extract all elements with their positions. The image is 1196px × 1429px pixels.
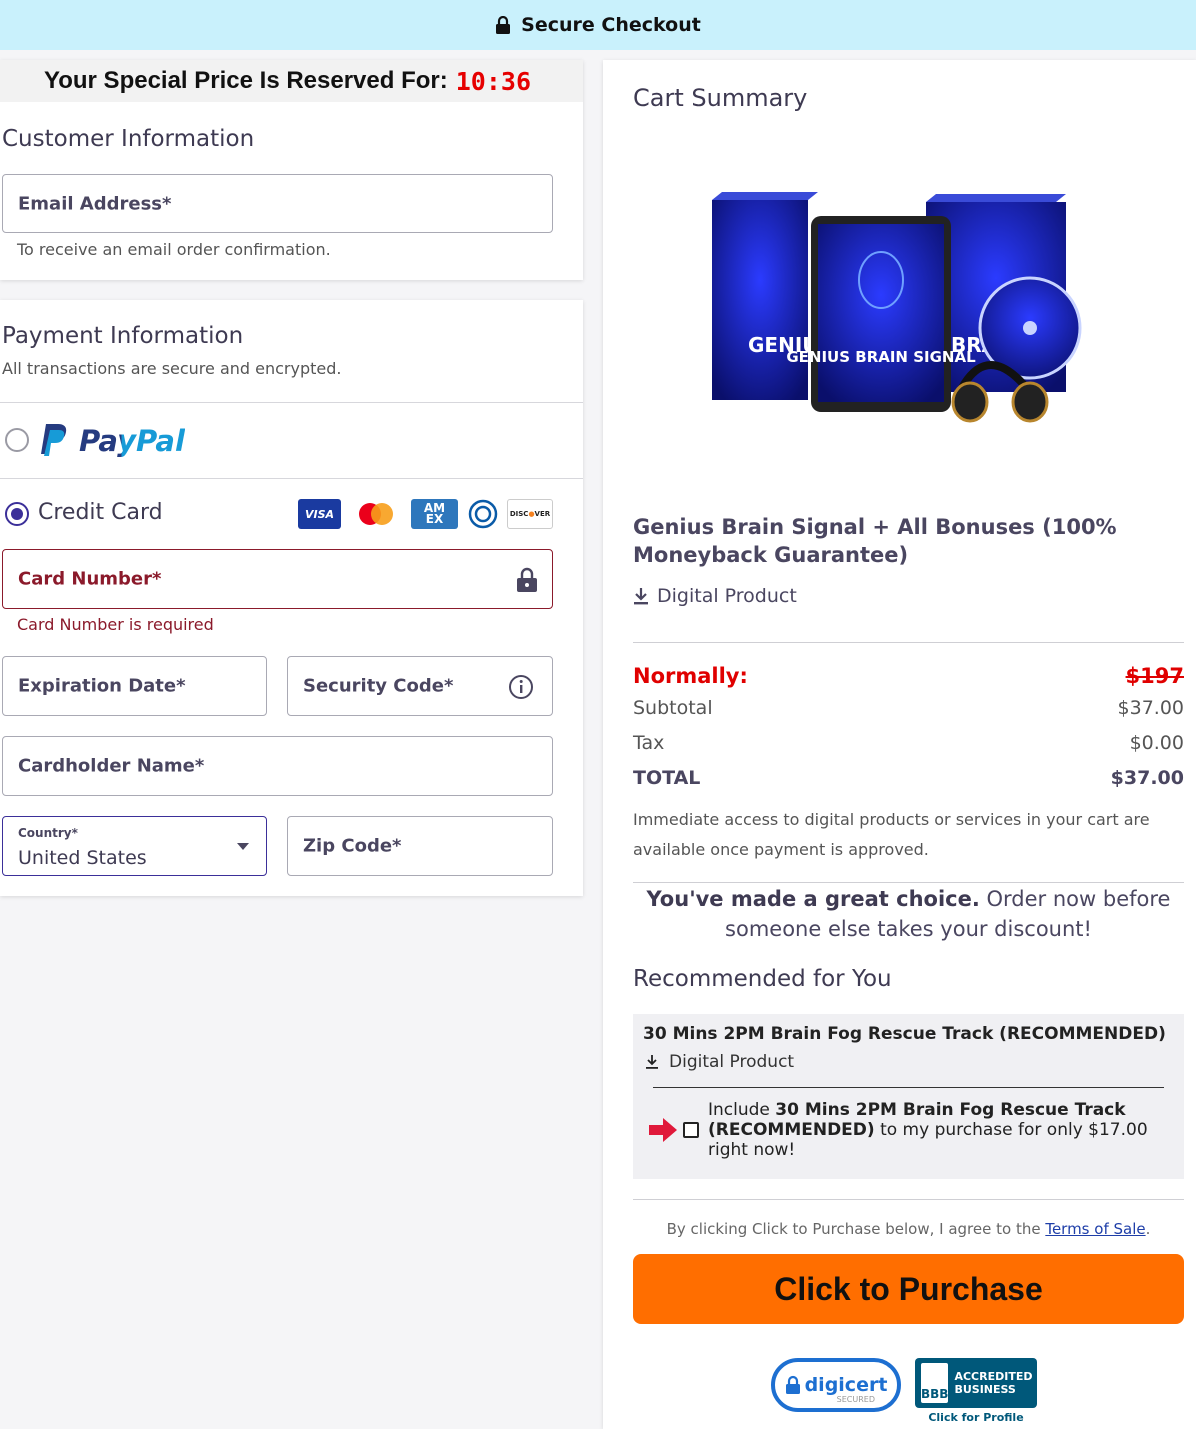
payment-information-card: Payment Information All transactions are… xyxy=(0,300,583,896)
tax-row: Tax $0.00 xyxy=(633,732,1184,754)
secure-checkout-bar: Secure Checkout xyxy=(0,0,1196,50)
subtotal-value: $37.00 xyxy=(1117,697,1184,719)
access-note: Immediate access to digital products or … xyxy=(633,810,1150,859)
lock-icon xyxy=(517,567,537,592)
mastercard-logo-icon xyxy=(353,499,399,529)
card-number-label: Card Number* xyxy=(18,568,162,590)
recommended-item-type-label: Digital Product xyxy=(669,1052,795,1072)
divider xyxy=(0,402,583,403)
diners-logo-icon xyxy=(467,499,498,529)
recommended-item-name: 30 Mins 2PM Brain Fog Rescue Track (RECO… xyxy=(643,1024,1166,1044)
country-select[interactable]: Country* United States xyxy=(2,816,267,876)
expiration-date-label: Expiration Date* xyxy=(18,675,186,697)
info-icon[interactable] xyxy=(508,674,534,700)
cart-summary-panel: Cart Summary GENIUS BRA GENIUS BRAIN SIG… xyxy=(603,60,1196,1429)
lock-icon xyxy=(496,16,511,34)
bbb-logo-icon: BBB xyxy=(921,1363,949,1403)
padlock-icon xyxy=(785,1375,800,1394)
recommended-item-type: Digital Product xyxy=(645,1052,794,1072)
country-value: United States xyxy=(18,847,147,869)
include-upsell-checkbox[interactable] xyxy=(683,1122,699,1138)
bbb-caption: Click for Profile xyxy=(928,1411,1024,1424)
paypal-label[interactable]: PayPal xyxy=(79,424,185,458)
arrow-right-icon xyxy=(649,1118,677,1142)
terms-prefix: By clicking Click to Purchase below, I a… xyxy=(666,1220,1046,1238)
payment-info-subtitle: All transactions are secure and encrypte… xyxy=(2,359,342,378)
visa-logo-icon: VISA xyxy=(298,499,341,529)
email-field[interactable]: Email Address* xyxy=(2,174,553,233)
product-name: Genius Brain Signal + All Bonuses (100% … xyxy=(633,515,1117,567)
amex-logo-icon: AM EX xyxy=(411,499,458,529)
email-hint: To receive an email order confirmation. xyxy=(17,240,331,259)
bbb-line1: ACCREDITED xyxy=(954,1370,1033,1383)
normal-price-label: Normally: xyxy=(633,664,748,688)
discover-logo-icon: DISC ● VER xyxy=(507,499,553,529)
recommended-item: 30 Mins 2PM Brain Fog Rescue Track (RECO… xyxy=(633,1014,1184,1179)
chevron-down-icon xyxy=(237,843,249,850)
cardholder-name-field[interactable]: Cardholder Name* xyxy=(2,736,553,796)
timer-countdown: 10:36 xyxy=(455,66,531,96)
terms-agreement: By clicking Click to Purchase below, I a… xyxy=(633,1220,1184,1238)
great-choice-bold: You've made a great choice. xyxy=(646,887,980,911)
subtotal-label: Subtotal xyxy=(633,697,713,719)
timer-label: Your Special Price Is Reserved For: xyxy=(44,67,448,94)
product-tablet-title: GENIUS BRAIN SIGNAL xyxy=(786,348,976,366)
recommended-title: Recommended for You xyxy=(633,966,892,992)
security-code-label: Security Code* xyxy=(303,675,454,697)
divider xyxy=(0,478,583,479)
tax-label: Tax xyxy=(633,732,665,754)
include-upsell-text[interactable]: Include 30 Mins 2PM Brain Fog Rescue Tra… xyxy=(708,1100,1168,1160)
customer-info-title: Customer Information xyxy=(2,126,255,152)
digicert-badge[interactable]: digicert SECURED xyxy=(771,1358,901,1412)
card-number-field[interactable]: Card Number* xyxy=(2,549,553,609)
tax-value: $0.00 xyxy=(1129,732,1184,754)
expiration-date-field[interactable]: Expiration Date* xyxy=(2,656,267,716)
card-number-error: Card Number is required xyxy=(17,615,214,634)
secure-checkout-title: Secure Checkout xyxy=(521,14,701,36)
zip-code-label: Zip Code* xyxy=(303,835,402,857)
normal-price-value: $197 xyxy=(1125,664,1184,688)
bbb-line2: BUSINESS xyxy=(954,1383,1016,1396)
product-type-label: Digital Product xyxy=(657,585,797,607)
download-icon xyxy=(634,588,648,605)
paypal-text: PayPal xyxy=(79,424,185,458)
digicert-text: digicert xyxy=(804,1374,888,1396)
digicert-sub: SECURED xyxy=(836,1395,875,1404)
total-value: $37.00 xyxy=(1110,767,1184,789)
total-row: TOTAL $37.00 xyxy=(633,767,1184,789)
customer-information-card: Your Special Price Is Reserved For: 10:3… xyxy=(0,60,583,280)
divider xyxy=(633,882,1184,883)
normal-price-row: Normally: $197 xyxy=(633,664,1184,688)
product-image: GENIUS BRA GENIUS BRAIN SIGNAL xyxy=(712,192,1082,423)
credit-card-label[interactable]: Credit Card xyxy=(38,500,163,525)
download-icon xyxy=(646,1055,658,1069)
subtotal-row: Subtotal $37.00 xyxy=(633,697,1184,719)
cardholder-name-label: Cardholder Name* xyxy=(18,755,205,777)
zip-code-field[interactable]: Zip Code* xyxy=(287,816,553,876)
click-to-purchase-button[interactable]: Click to Purchase xyxy=(633,1254,1184,1324)
email-label: Email Address* xyxy=(18,193,172,214)
great-choice-message: You've made a great choice. Order now be… xyxy=(633,884,1184,944)
divider xyxy=(653,1087,1164,1088)
trust-badges: digicert SECURED BBB ACCREDITED BUSINESS… xyxy=(771,1358,1037,1424)
bbb-badge[interactable]: BBB ACCREDITED BUSINESS Click for Profil… xyxy=(915,1358,1037,1424)
terms-suffix: . xyxy=(1145,1220,1151,1238)
country-label: Country* xyxy=(18,826,78,840)
security-code-field[interactable]: Security Code* xyxy=(287,656,553,716)
total-label: TOTAL xyxy=(633,767,701,789)
product-type: Digital Product xyxy=(633,585,797,607)
reservation-timer: Your Special Price Is Reserved For: 10:3… xyxy=(0,60,583,102)
divider xyxy=(633,642,1184,643)
payment-info-title: Payment Information xyxy=(2,323,244,349)
cart-summary-title: Cart Summary xyxy=(633,84,808,112)
divider xyxy=(633,1199,1184,1200)
credit-card-radio[interactable] xyxy=(5,502,29,526)
paypal-radio[interactable] xyxy=(5,428,29,452)
include-prefix: Include xyxy=(708,1100,776,1120)
bbb-box: BBB ACCREDITED BUSINESS xyxy=(915,1358,1037,1408)
paypal-logo-icon xyxy=(41,424,67,456)
terms-of-sale-link[interactable]: Terms of Sale xyxy=(1045,1220,1145,1238)
